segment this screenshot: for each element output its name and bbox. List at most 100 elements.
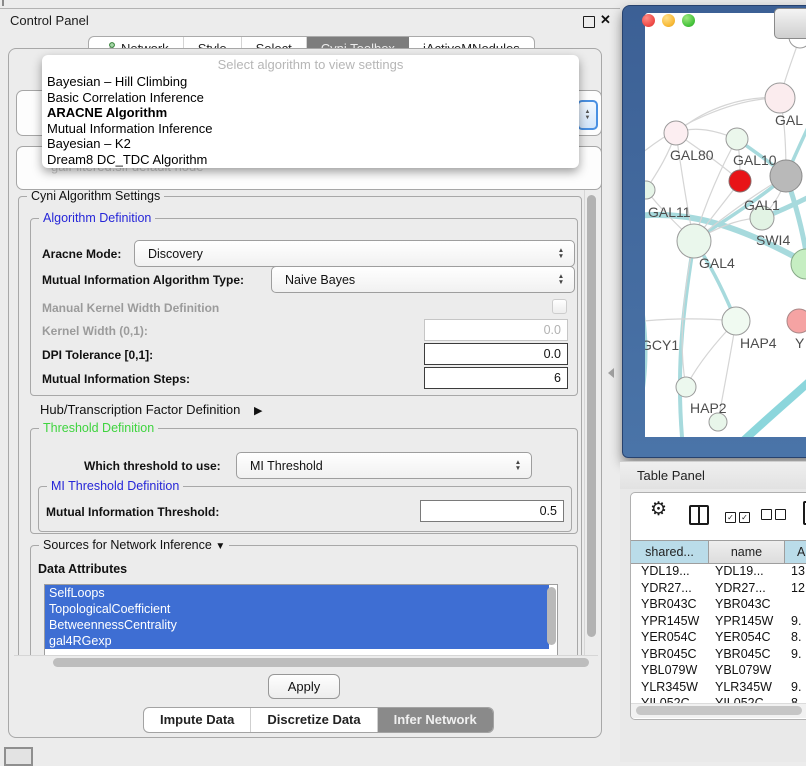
table-cell: YLR345W	[631, 679, 709, 696]
which-threshold-combo[interactable]: MI Threshold ▲▼	[236, 452, 532, 479]
window-toolbar-button[interactable]	[774, 8, 806, 39]
expand-arrow-icon: ▶	[254, 404, 262, 417]
combo-stepper-icon: ▲▼	[511, 460, 531, 472]
scrollbar-thumb[interactable]	[53, 658, 589, 667]
tab-infer-network[interactable]: Infer Network	[378, 708, 493, 732]
table-panel-titlebar: Table Panel	[620, 461, 806, 489]
combo-value: Naive Bayes	[272, 273, 554, 287]
node-gal10[interactable]	[726, 128, 748, 150]
node-label: HAP4	[740, 335, 777, 351]
kernel-width-input[interactable]: 0.0	[424, 319, 568, 341]
deselect-checkboxes-icon[interactable]	[761, 507, 789, 525]
scrollbar-thumb[interactable]	[587, 195, 596, 637]
mi-steps-input[interactable]: 6	[424, 367, 568, 389]
table-cell: YER054C	[709, 629, 785, 646]
hub-definition-label: Hub/Transcription Factor Definition	[40, 402, 240, 417]
algorithm-dropdown: Select algorithm to view settings Bayesi…	[42, 55, 579, 168]
node-red[interactable]	[729, 170, 751, 192]
mi-type-combo[interactable]: Naive Bayes ▲▼	[271, 266, 575, 293]
node-pink-top[interactable]	[765, 83, 795, 113]
manual-kernel-checkbox[interactable]	[552, 299, 567, 314]
list-item[interactable]: SelfLoops	[45, 585, 549, 601]
column-header-name[interactable]: name	[709, 541, 785, 563]
aracne-mode-combo[interactable]: Discovery ▲▼	[134, 240, 575, 267]
data-attributes-label: Data Attributes	[38, 562, 127, 576]
table-row[interactable]: YBL079WYBL079W	[631, 662, 806, 679]
dropdown-item[interactable]: Mutual Information Inference	[42, 121, 579, 137]
gear-icon[interactable]: ⚙	[650, 498, 667, 521]
dropdown-item[interactable]: Basic Correlation Inference	[42, 90, 579, 106]
table-horizontal-scrollbar[interactable]	[631, 703, 806, 718]
combo-stepper-icon: ▲▼	[554, 248, 574, 260]
table-cell: 8.	[785, 629, 801, 646]
close-icon[interactable]: ✕	[600, 12, 611, 28]
column-header-shared-name[interactable]: shared...	[631, 541, 709, 563]
tab-impute-data[interactable]: Impute Data	[144, 708, 251, 732]
tab-discretize-data[interactable]: Discretize Data	[251, 708, 377, 732]
network-view-window[interactable]: GAL GAL80 GAL10 GAL11 GAL1 SWI4 GAL4 GCY…	[622, 5, 806, 458]
hub-definition-toggle[interactable]: Hub/Transcription Factor Definition ▶	[40, 402, 262, 417]
columns-icon[interactable]	[689, 505, 709, 525]
table-row[interactable]: YBR045CYBR045C9.	[631, 646, 806, 663]
table-cell: 9.	[785, 646, 801, 663]
node-label: GAL1	[744, 197, 780, 213]
dropdown-prompt: Select algorithm to view settings	[42, 55, 579, 74]
dropdown-item[interactable]: Bayesian – Hill Climbing	[42, 74, 579, 90]
network-graph: GAL GAL80 GAL10 GAL11 GAL1 SWI4 GAL4 GCY…	[645, 13, 806, 437]
apply-button[interactable]: Apply	[268, 674, 340, 699]
node-table: ⚙ ✓✓ shared... name A YDL19...YDL19...13…	[630, 492, 806, 720]
kernel-width-label: Kernel Width (0,1):	[42, 324, 148, 338]
close-traffic-light[interactable]	[642, 14, 655, 27]
panel-grip[interactable]	[4, 747, 33, 766]
horizontal-scrollbar[interactable]	[14, 655, 598, 669]
table-row[interactable]: YPR145WYPR145W9.	[631, 613, 806, 630]
group-title: Cyni Algorithm Settings	[27, 189, 164, 203]
node-salmon[interactable]	[787, 309, 806, 333]
manual-kernel-label: Manual Kernel Width Definition	[42, 301, 219, 315]
table-row[interactable]: YER054CYER054C8.	[631, 629, 806, 646]
table-row[interactable]: YDL19...YDL19...13	[631, 563, 806, 580]
table-row[interactable]: YLR345WYLR345W9.	[631, 679, 806, 696]
table-row[interactable]: YBR043CYBR043C	[631, 596, 806, 613]
table-cell: YDL19...	[631, 563, 709, 580]
scrollbar-thumb[interactable]	[636, 706, 802, 715]
column-header-next[interactable]: A	[785, 541, 806, 563]
table-cell: YER054C	[631, 629, 709, 646]
combo-value: MI Threshold	[237, 459, 511, 473]
data-attributes-list[interactable]: SelfLoops TopologicalCoefficient Between…	[44, 584, 558, 658]
node-hap4[interactable]	[722, 307, 750, 335]
network-canvas[interactable]: GAL GAL80 GAL10 GAL11 GAL1 SWI4 GAL4 GCY…	[645, 13, 806, 437]
mi-threshold-input[interactable]: 0.5	[420, 500, 564, 522]
combo-stepper-focused[interactable]: ▲▼	[577, 100, 598, 130]
dropdown-item-selected[interactable]: ARACNE Algorithm	[42, 105, 579, 121]
node-gal11[interactable]	[645, 181, 655, 199]
list-item[interactable]: TopologicalCoefficient	[45, 601, 549, 617]
vertical-scrollbar[interactable]	[584, 190, 598, 655]
which-threshold-label: Which threshold to use:	[84, 459, 221, 473]
list-scrollbar[interactable]	[547, 587, 556, 645]
dropdown-item[interactable]: Bayesian – K2	[42, 136, 579, 152]
float-window-icon[interactable]	[583, 16, 595, 28]
list-item[interactable]: gal4RGexp	[45, 633, 549, 649]
dropdown-item[interactable]: Dream8 DC_TDC Algorithm	[42, 152, 579, 168]
table-row[interactable]: YDR27...YDR27...12	[631, 580, 806, 597]
table-cell: YBL079W	[631, 662, 709, 679]
node-hap2[interactable]	[676, 377, 696, 397]
node-gal4[interactable]	[677, 224, 711, 258]
table-cell: YBR043C	[709, 596, 785, 613]
node-gal80[interactable]	[664, 121, 688, 145]
control-panel-titlebar: Control Panel ✕	[0, 8, 620, 33]
collapse-arrow-icon[interactable]: ▼	[215, 541, 225, 552]
select-all-checkboxes-icon[interactable]: ✓✓	[725, 507, 753, 525]
table-cell: YPR145W	[709, 613, 785, 630]
node-label: SWI4	[756, 232, 790, 248]
node-labels: GAL GAL80 GAL10 GAL11 GAL1 SWI4 GAL4 GCY…	[645, 112, 805, 416]
minimize-traffic-light[interactable]	[662, 14, 675, 27]
table-cell: YBR045C	[631, 646, 709, 663]
table-cell: YDR27...	[709, 580, 785, 597]
list-item[interactable]: BetweennessCentrality	[45, 617, 549, 633]
node-label: GAL10	[733, 152, 777, 168]
zoom-traffic-light[interactable]	[682, 14, 695, 27]
dpi-tolerance-input[interactable]: 0.0	[424, 343, 568, 365]
splitter-collapse-arrow[interactable]	[608, 368, 614, 378]
